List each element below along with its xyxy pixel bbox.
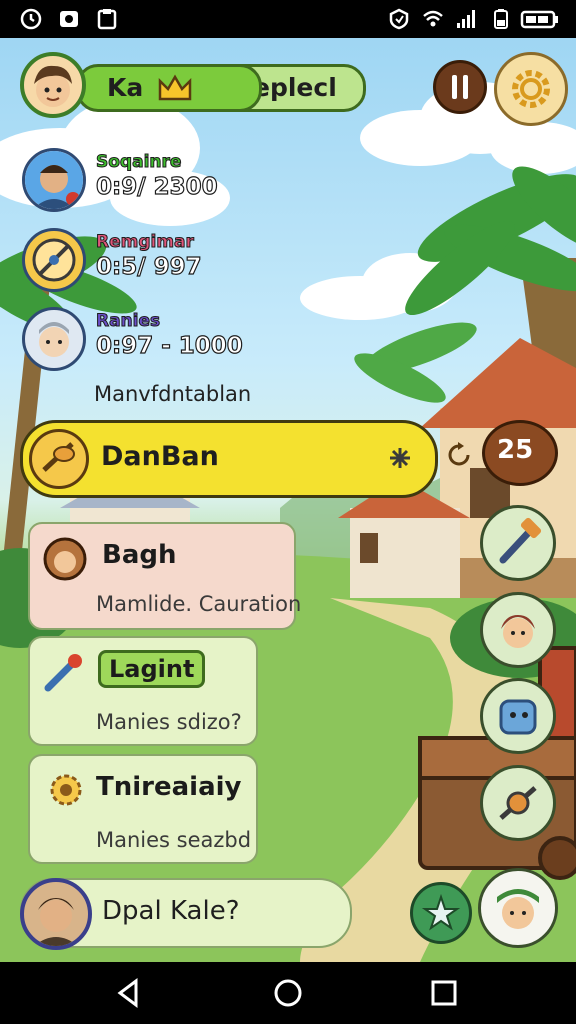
rank-score: 0:5/ 997 — [95, 253, 202, 280]
sparkle-icon — [390, 448, 410, 468]
card-subtitle: Manies sdizo? — [96, 710, 242, 734]
clock-icon — [20, 8, 42, 30]
recents-icon[interactable] — [427, 976, 461, 1010]
rank-avatar — [22, 228, 86, 292]
pause-icon — [452, 75, 468, 99]
rank-name: Remgimar — [96, 232, 195, 253]
pause-button[interactable] — [433, 60, 487, 114]
quest-card[interactable]: Bagh Mamlide. Cauration — [28, 522, 301, 630]
compass-icon — [499, 786, 537, 820]
battery-low-icon — [494, 9, 508, 29]
boy-face-icon — [34, 65, 72, 107]
girl-avatar-button[interactable] — [480, 592, 556, 668]
android-navigation-bar — [0, 962, 576, 1024]
card-title: Bagh — [102, 540, 177, 570]
girl-avatar — [501, 615, 535, 648]
robot-face-icon — [39, 322, 69, 357]
clipboard-icon — [97, 9, 117, 30]
card-title: Tnireaiaiy — [96, 772, 242, 802]
player-name-pill[interactable]: Ka — [76, 64, 262, 112]
shield-icon — [29, 429, 89, 489]
rank-name: Soqainre — [95, 152, 182, 173]
rank-avatar — [22, 307, 86, 371]
player-profile-pill[interactable]: Seplecl Ka — [20, 52, 366, 118]
sack-icon — [499, 699, 537, 735]
rank-avatar — [22, 148, 86, 212]
signal-icon — [457, 10, 475, 28]
favorite-button[interactable] — [410, 882, 472, 944]
x5-badge[interactable]: 25 — [482, 420, 558, 486]
crown-icon — [158, 74, 192, 101]
player-avatar[interactable] — [20, 52, 86, 118]
status-bar — [0, 0, 576, 38]
highlight-bar[interactable]: DanBan — [20, 420, 438, 498]
home-icon[interactable] — [271, 976, 305, 1010]
card-title: Lagint — [109, 655, 195, 683]
gear-icon — [512, 70, 550, 108]
battery-icon — [520, 10, 558, 29]
rank-score: 0:9/ 2300 — [95, 173, 218, 200]
bottom-action-pill[interactable]: Dpal Kale? — [20, 878, 352, 950]
vpn-icon — [389, 8, 409, 30]
ranking-entry[interactable]: Ranies 0:97 - 1000 — [22, 307, 282, 373]
camera-icon — [60, 11, 78, 27]
compass-button[interactable] — [480, 765, 556, 841]
monkey-icon — [43, 537, 87, 581]
player-name: Ka — [107, 73, 144, 102]
wrench-icon — [44, 654, 82, 692]
card-subtitle: Manies seazbd — [96, 828, 252, 852]
card-subtitle: Mamlide. Cauration — [96, 592, 302, 616]
sack-button[interactable] — [480, 678, 556, 754]
x5-badge-label: 25 — [497, 435, 534, 465]
star-icon — [421, 893, 461, 931]
game-screen: Seplecl Ka Soqainre 0:9/ 2300 Remgimar 0… — [0, 0, 576, 1024]
hammer-button[interactable] — [480, 505, 556, 581]
wifi-icon — [423, 10, 443, 27]
ranking-entry[interactable]: Remgimar 0:5/ 997 — [22, 228, 282, 294]
friend-avatar-button[interactable] — [478, 868, 558, 948]
player-avatar — [20, 878, 92, 950]
hammer-icon — [499, 517, 542, 564]
rank-name: Ranies — [95, 311, 161, 332]
man-face-icon — [34, 898, 78, 946]
rank-score: 0:97 - 1000 — [95, 332, 243, 359]
refresh-icon[interactable] — [444, 440, 474, 470]
section-label: Manvfdntablan — [94, 382, 252, 406]
sun-gear-icon — [50, 774, 82, 806]
ranking-entry[interactable]: Soqainre 0:9/ 2300 — [22, 148, 282, 214]
man-face-icon — [25, 151, 83, 209]
quest-card[interactable]: Tnireaiaiy Manies seazbd — [28, 754, 258, 864]
bottom-pill-label: Dpal Kale? — [102, 896, 240, 926]
quest-card[interactable]: Lagint Manies sdizo? — [28, 636, 258, 746]
card-title-badge: Lagint — [98, 650, 206, 688]
settings-button[interactable] — [494, 52, 568, 126]
back-icon[interactable] — [112, 976, 146, 1010]
friend-avatar — [497, 889, 539, 929]
compass-icon — [32, 238, 76, 282]
highlight-label: DanBan — [101, 441, 219, 472]
